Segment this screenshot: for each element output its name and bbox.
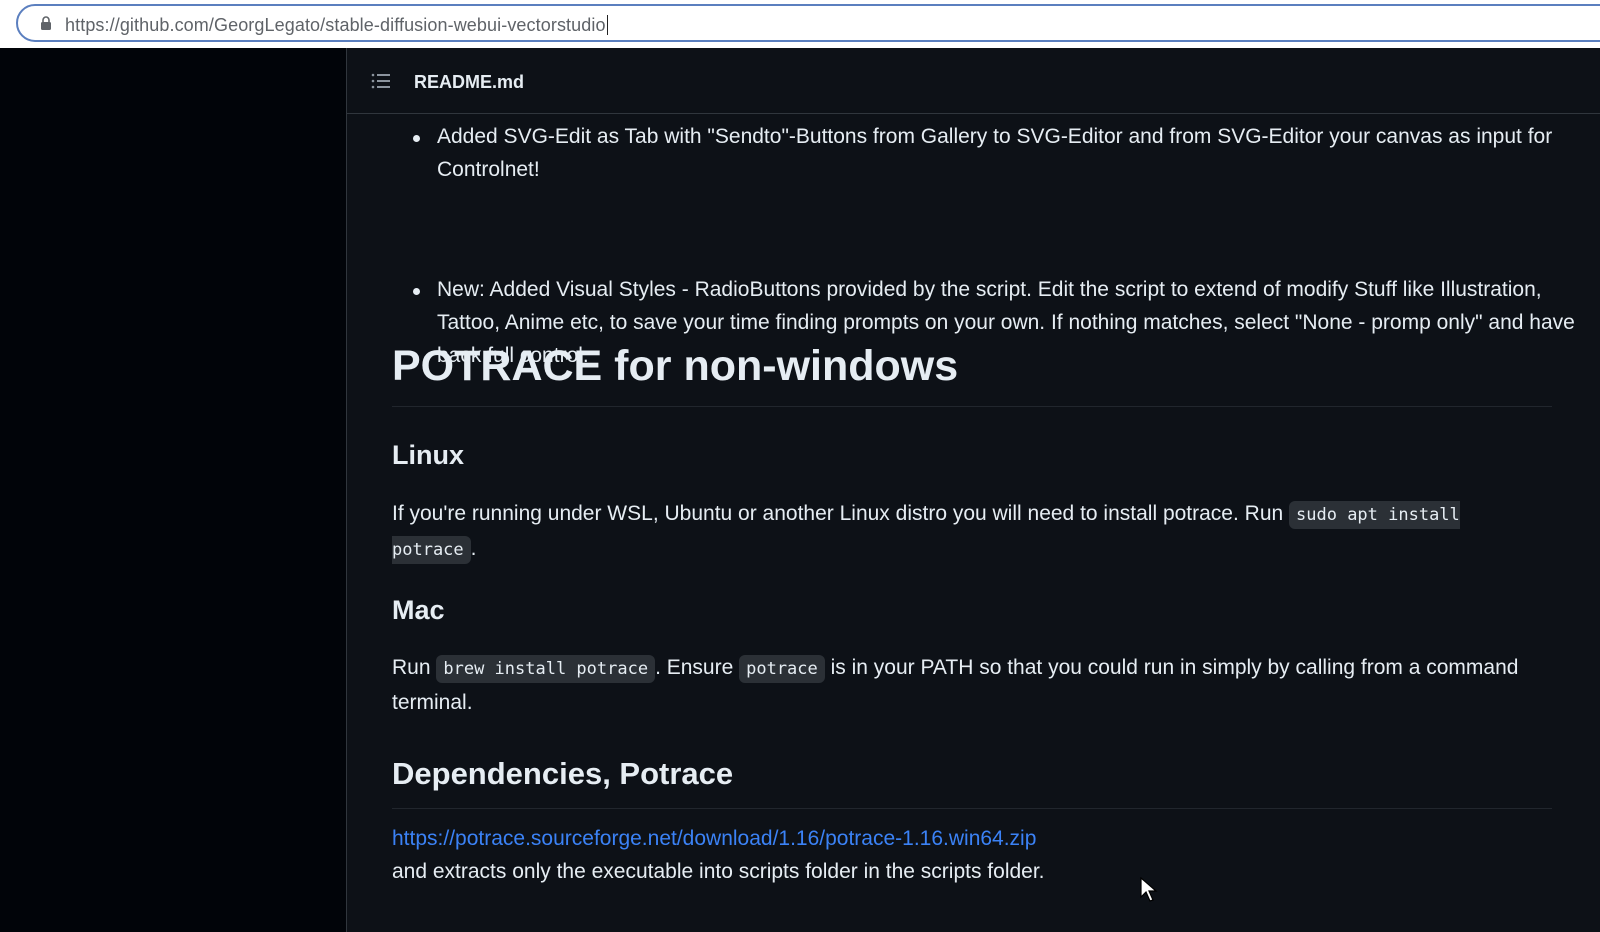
readme-content: Added SVG-Edit as Tab with "Sendto"-Butt… — [392, 114, 1575, 883]
potrace-code: potrace — [739, 655, 825, 683]
linux-paragraph: If you're running under WSL, Ubuntu or a… — [392, 497, 1552, 567]
potrace-download-link[interactable]: https://potrace.sourceforge.net/download… — [392, 827, 1036, 850]
mac-mid-text: . Ensure — [655, 656, 740, 679]
readme-panel: README.md Added SVG-Edit as Tab with "Se… — [346, 48, 1600, 932]
readme-title: README.md — [414, 72, 525, 92]
dependencies-text: and extracts only the executable into sc… — [392, 860, 1045, 883]
left-blank-area — [0, 48, 346, 932]
url-input[interactable]: https://github.com/GeorgLegato/stable-di… — [65, 15, 608, 36]
linux-after: . — [470, 537, 477, 560]
list-icon[interactable] — [371, 72, 391, 90]
list-item: Added SVG-Edit as Tab with "Sendto"-Butt… — [392, 120, 1597, 186]
linux-heading: Linux — [392, 440, 464, 470]
feature-list: Added SVG-Edit as Tab with "Sendto"-Butt… — [392, 114, 1575, 367]
mac-run-text: Run — [392, 656, 437, 679]
browser-toolbar: https://github.com/GeorgLegato/stable-di… — [0, 0, 1600, 49]
dependencies-heading: Dependencies, Potrace — [392, 754, 1552, 809]
address-bar[interactable]: https://github.com/GeorgLegato/stable-di… — [16, 4, 1600, 42]
dependencies-paragraph: https://potrace.sourceforge.net/download… — [392, 822, 1552, 888]
readme-header: README.md — [347, 48, 1600, 114]
brew-install-code: brew install potrace — [436, 655, 656, 683]
section-heading: POTRACE for non-windows — [392, 338, 1552, 407]
mouse-cursor-icon — [1140, 877, 1158, 902]
mac-paragraph: Run brew install potrace. Ensure potrace… — [392, 651, 1552, 719]
linux-text: If you're running under WSL, Ubuntu or a… — [392, 502, 1290, 525]
lock-icon[interactable] — [40, 16, 52, 30]
mac-heading: Mac — [392, 595, 445, 625]
